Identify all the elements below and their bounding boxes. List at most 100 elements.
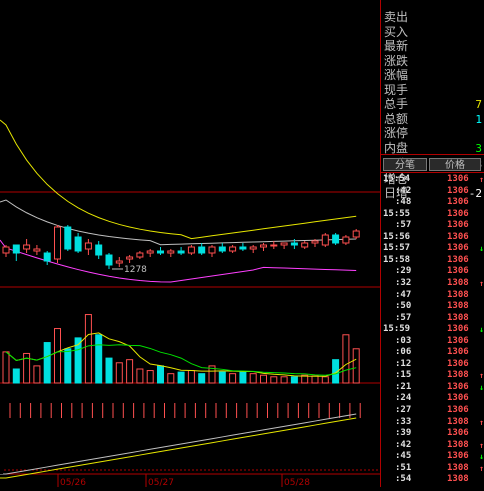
tick-time: 15:56 — [383, 231, 411, 242]
tick-price: 1306 — [447, 266, 469, 277]
candle-body — [43, 252, 51, 262]
tick-time: :57 — [395, 220, 412, 231]
tick-price: 1306 — [447, 174, 469, 184]
volume-bar — [54, 328, 61, 384]
tick-row: :27 1306 — [381, 405, 484, 417]
tick-row: :42 1306 — [381, 186, 484, 198]
volume-bar — [270, 376, 278, 384]
candle-body — [84, 242, 92, 250]
candle-body — [105, 254, 113, 266]
volume-bar — [126, 359, 134, 384]
quote-row: 涨跌 — [381, 54, 484, 69]
volume-bar — [290, 376, 298, 384]
tick-price: 1308 — [447, 439, 469, 450]
volume-bar — [157, 365, 164, 384]
tick-price: 1308 — [447, 312, 469, 323]
kline-chart[interactable]: 1278 05/26 05/27 05/28 — [0, 0, 380, 488]
arrow-up-icon: ↑ — [479, 440, 484, 450]
tick-time: 15:57 — [383, 243, 411, 254]
volume-bar — [177, 371, 185, 384]
tick-row: :57 1306 — [381, 220, 484, 232]
tick-row: :29 1306 — [381, 266, 484, 278]
candle-body — [74, 236, 82, 252]
quote-row: 卖出 — [381, 10, 484, 25]
divider — [381, 154, 484, 155]
volume-bar — [280, 376, 288, 384]
tick-time: :54 — [395, 474, 412, 485]
arrow-up-icon: ↑ — [479, 371, 484, 381]
tick-time: 15:55 — [383, 208, 411, 219]
oi-line-gray — [0, 413, 357, 475]
candle-body — [311, 240, 319, 244]
candle-body — [239, 246, 247, 250]
tick-price: 1306 — [447, 197, 469, 208]
arrow-up-icon: ↑ — [479, 417, 484, 427]
divider — [381, 172, 484, 173]
quote-row: 买入 — [381, 25, 484, 40]
tab-volume[interactable]: 分笔 — [383, 158, 427, 171]
tick-time: :06 — [395, 347, 412, 358]
volume-bar — [198, 373, 206, 384]
oi-line-yellow — [0, 417, 357, 479]
tick-price: 1306 — [447, 451, 469, 462]
quote-label: 涨跌 — [384, 53, 409, 68]
candle-body — [301, 242, 309, 248]
tick-price: 1306 — [447, 220, 469, 231]
tick-time: :15 — [395, 370, 412, 381]
volume-bar — [105, 357, 113, 384]
quote-label: 卖出 — [384, 10, 409, 24]
tick-price: 1308 — [447, 289, 469, 300]
tick-price: 1308 — [447, 462, 469, 473]
volume-bar — [2, 351, 10, 384]
tick-time: :24 — [395, 393, 412, 404]
volume-bar — [187, 370, 195, 384]
quote-label: 涨停 — [384, 126, 409, 140]
tick-time: :33 — [395, 416, 412, 427]
tick-price: 1308 — [447, 474, 469, 485]
tick-time: :03 — [395, 335, 412, 346]
tick-price: 1306 — [447, 393, 469, 404]
quote-label: 总手 — [384, 97, 409, 111]
tick-time: :48 — [395, 197, 412, 208]
tick-row: :15 1308 ↑ — [381, 370, 484, 382]
tick-row: 15:57 1306 ↓ — [381, 243, 484, 255]
tick-row: :24 1306 — [381, 393, 484, 405]
candle-body — [126, 256, 134, 260]
tick-row: :21 1306 ↓ — [381, 382, 484, 394]
volume-bar — [12, 368, 20, 384]
candle-body — [33, 248, 41, 252]
tick-time: :29 — [395, 266, 412, 277]
tick-row: 15:55 1306 — [381, 209, 484, 221]
date-label: 05/26 — [60, 478, 86, 487]
tick-time: :27 — [395, 405, 412, 415]
candle-body — [177, 250, 185, 254]
tick-tabs: 分笔 价格 — [381, 158, 484, 172]
volume-bar — [260, 374, 267, 384]
tick-time: :12 — [395, 358, 412, 369]
tick-time: 15:59 — [383, 324, 411, 335]
arrow-down-icon: ↓ — [479, 244, 484, 254]
tick-row: :54 1308 — [381, 474, 484, 486]
candle-body — [218, 246, 226, 252]
ma-line-yellow — [0, 119, 357, 240]
tab-price[interactable]: 价格 — [429, 158, 481, 171]
candle-body — [260, 244, 267, 248]
tick-row: :57 1308 — [381, 313, 484, 325]
tick-row: :39 1306 — [381, 428, 484, 440]
quote-label: 涨幅 — [384, 68, 409, 82]
quote-row: 现手 — [381, 83, 484, 98]
tick-price: 1306 — [447, 335, 469, 346]
date-label: 05/28 — [284, 478, 310, 487]
tick-price: 1306 — [447, 243, 469, 254]
candle-body — [249, 246, 257, 250]
candle-body — [23, 244, 31, 250]
tick-time: 15:58 — [383, 254, 411, 265]
tick-time: :42 — [395, 439, 412, 450]
tick-price: 1306 — [447, 381, 469, 392]
arrow-down-icon: ↓ — [479, 452, 484, 462]
chart-area[interactable]: 1278 05/26 05/27 05/28 — [0, 0, 380, 488]
tick-time: 15:54 — [383, 174, 411, 184]
quote-label: 总额 — [384, 111, 409, 126]
tick-row: :06 1306 — [381, 347, 484, 359]
tick-row: :47 1308 — [381, 290, 484, 302]
